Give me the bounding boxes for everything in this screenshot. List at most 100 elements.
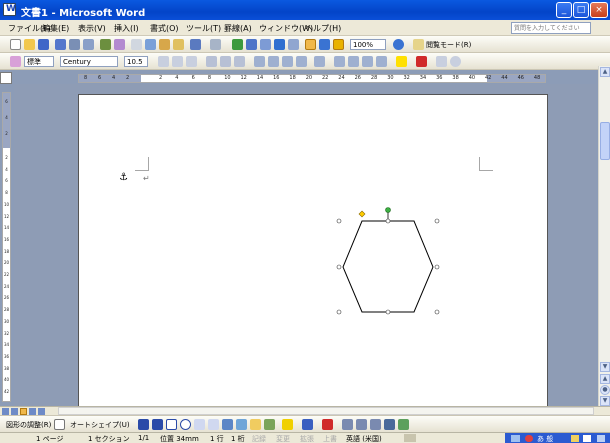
oval-icon[interactable] xyxy=(180,419,191,430)
autoshapes-button[interactable]: オートシェイプ(U) xyxy=(70,420,130,430)
document-area[interactable]: ⚓ ↵ xyxy=(14,84,596,406)
align-left-icon[interactable] xyxy=(254,56,265,67)
print-icon[interactable] xyxy=(69,39,80,50)
enclose-char-icon[interactable] xyxy=(450,56,461,67)
arrow-icon[interactable] xyxy=(152,419,163,430)
char-shading-icon[interactable] xyxy=(220,56,231,67)
char-scale-icon[interactable] xyxy=(234,56,245,67)
status-ovr[interactable]: 上書 xyxy=(323,434,337,443)
resize-handle-se[interactable] xyxy=(434,309,440,315)
horizontal-scrollbar[interactable] xyxy=(58,407,594,415)
decrease-indent-icon[interactable] xyxy=(362,56,373,67)
paste-icon[interactable] xyxy=(159,39,170,50)
resize-handle-ne[interactable] xyxy=(434,218,440,224)
align-center-icon[interactable] xyxy=(268,56,279,67)
rotate-handle[interactable] xyxy=(385,207,391,213)
menu-edit[interactable]: 編集(E) xyxy=(42,23,69,34)
resize-handle-w[interactable] xyxy=(336,264,342,270)
save-icon[interactable] xyxy=(38,39,49,50)
insert-excel-icon[interactable] xyxy=(274,39,285,50)
status-rec[interactable]: 記録 xyxy=(252,434,266,443)
highlight-icon[interactable] xyxy=(396,56,407,67)
diagram-icon[interactable] xyxy=(236,419,247,430)
drawing-toggle-icon[interactable] xyxy=(305,39,316,50)
research-icon[interactable] xyxy=(114,39,125,50)
line-color-icon[interactable] xyxy=(302,419,313,430)
print-preview-icon[interactable] xyxy=(83,39,94,50)
3d-style-icon[interactable] xyxy=(398,419,409,430)
spelling-icon[interactable] xyxy=(100,39,111,50)
rectangle-icon[interactable] xyxy=(166,419,177,430)
new-document-icon[interactable] xyxy=(10,39,21,50)
font-select[interactable]: Century xyxy=(60,56,118,67)
font-color-icon[interactable] xyxy=(416,56,427,67)
increase-indent-icon[interactable] xyxy=(376,56,387,67)
phonetic-icon[interactable] xyxy=(436,56,447,67)
picture-icon[interactable] xyxy=(264,419,275,430)
font-size-select[interactable]: 10.5 xyxy=(124,56,148,67)
minimize-button[interactable]: _ xyxy=(556,2,572,18)
resize-handle-s[interactable] xyxy=(385,309,391,315)
underline-icon[interactable] xyxy=(186,56,197,67)
adjust-handle[interactable] xyxy=(358,210,366,218)
numbering-icon[interactable] xyxy=(334,56,345,67)
spelling-status-icon[interactable] xyxy=(404,434,416,442)
line-spacing-icon[interactable] xyxy=(314,56,325,67)
draw-font-color-icon[interactable] xyxy=(322,419,333,430)
horizontal-ruler[interactable]: 8642 2 4 6 8 10 12 14 16 18 20 22 24 26 28 30 32 34 36 38 4… xyxy=(78,74,546,83)
char-border-icon[interactable] xyxy=(206,56,217,67)
bold-icon[interactable] xyxy=(158,56,169,67)
style-select[interactable]: 標準 xyxy=(24,56,54,67)
copy-icon[interactable] xyxy=(145,39,156,50)
outline-view-icon[interactable] xyxy=(29,408,36,415)
help-icon[interactable] xyxy=(393,39,404,50)
resize-handle-n[interactable] xyxy=(385,218,391,224)
zoom-select[interactable]: 100% xyxy=(350,39,386,50)
italic-icon[interactable] xyxy=(172,56,183,67)
language-bar-icon[interactable] xyxy=(525,435,533,442)
resize-handle-sw[interactable] xyxy=(336,309,342,315)
document-map-icon[interactable] xyxy=(319,39,330,50)
permission-icon[interactable] xyxy=(55,39,66,50)
maximize-button[interactable]: □ xyxy=(573,2,589,18)
align-right-icon[interactable] xyxy=(282,56,293,67)
hyperlink-icon[interactable] xyxy=(232,39,243,50)
anchor-icon[interactable]: ⚓ xyxy=(119,172,128,183)
shadow-style-icon[interactable] xyxy=(384,419,395,430)
read-mode-button[interactable]: 閲覧モード(R) xyxy=(426,40,471,50)
menu-tools[interactable]: ツール(T) xyxy=(186,23,221,34)
ime-mode-icon[interactable]: あ 般 xyxy=(537,434,567,443)
resize-handle-e[interactable] xyxy=(434,264,440,270)
menu-format[interactable]: 書式(O) xyxy=(150,23,179,34)
scroll-thumb[interactable] xyxy=(600,122,610,160)
bullets-icon[interactable] xyxy=(348,56,359,67)
hexagon-outline[interactable] xyxy=(342,220,434,313)
resize-handle-nw[interactable] xyxy=(336,218,342,224)
status-ext[interactable]: 拡張 xyxy=(300,434,314,443)
undo-icon[interactable] xyxy=(190,39,201,50)
hexagon-shape[interactable] xyxy=(331,203,447,315)
web-layout-icon[interactable] xyxy=(11,408,18,415)
wordart-icon[interactable] xyxy=(222,419,233,430)
draw-menu-button[interactable]: 図形の調整(R) xyxy=(6,420,51,430)
scroll-up-button[interactable]: ▲ xyxy=(600,67,610,77)
menu-insert[interactable]: 挿入(I) xyxy=(114,23,139,34)
line-icon[interactable] xyxy=(138,419,149,430)
previous-page-button[interactable]: ▲ xyxy=(600,374,610,384)
distribute-icon[interactable] xyxy=(296,56,307,67)
format-painter-icon[interactable] xyxy=(173,39,184,50)
fill-color-icon[interactable] xyxy=(282,419,293,430)
menu-help[interactable]: ヘルプ(H) xyxy=(305,23,341,34)
styles-icon[interactable] xyxy=(10,56,21,67)
menu-table[interactable]: 罫線(A) xyxy=(224,23,252,34)
ime-pad-icon[interactable] xyxy=(571,435,579,442)
show-hide-icon[interactable] xyxy=(333,39,344,50)
insert-table-icon[interactable] xyxy=(260,39,271,50)
clip-art-icon[interactable] xyxy=(250,419,261,430)
dash-style-icon[interactable] xyxy=(356,419,367,430)
help-search-input[interactable]: 質問を入力してください xyxy=(511,22,591,34)
reading-layout-icon[interactable] xyxy=(38,408,45,415)
ime-icon[interactable] xyxy=(511,435,520,442)
status-trk[interactable]: 変更 xyxy=(276,434,290,443)
cut-icon[interactable] xyxy=(131,39,142,50)
